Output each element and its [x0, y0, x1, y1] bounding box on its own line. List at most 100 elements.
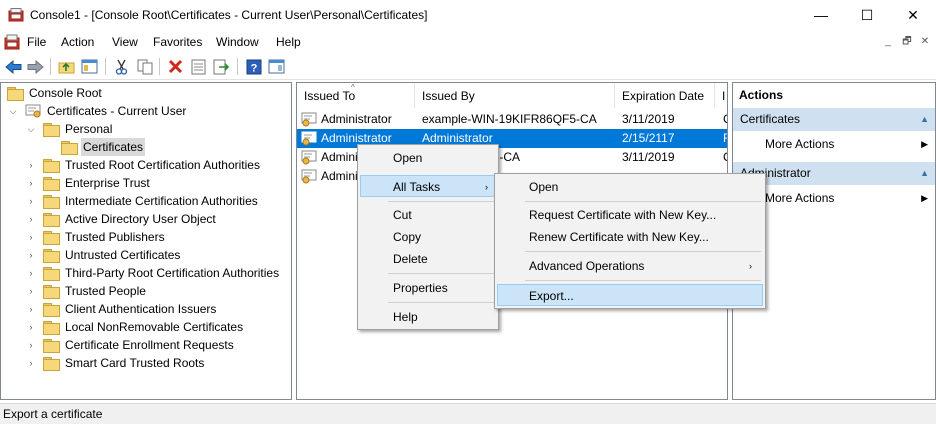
help-icon[interactable]: ?	[244, 57, 263, 76]
close-button[interactable]: ✕	[890, 0, 936, 30]
copy-icon[interactable]	[135, 57, 154, 76]
menu-file[interactable]: File	[27, 35, 46, 49]
expand-chevron-icon[interactable]: ›	[25, 174, 37, 192]
submenu-open[interactable]: Open	[497, 176, 763, 198]
submenu-export[interactable]: Export...	[497, 284, 763, 306]
tree-node-certificates-current-user[interactable]: ⌵ Certificates - Current User	[5, 102, 285, 120]
expand-chevron-icon[interactable]: ›	[25, 300, 37, 318]
all-tasks-submenu: Open Request Certificate with New Key...…	[494, 173, 766, 309]
status-text: Export a certificate	[3, 407, 103, 421]
tree-label: Client Authentication Issuers	[65, 302, 217, 316]
ctx-properties[interactable]: Properties	[360, 277, 496, 299]
collapse-chevron-icon[interactable]: ⌵	[25, 120, 37, 138]
tree-node-folder[interactable]: › Trusted People	[5, 282, 289, 300]
tree-label: Intermediate Certification Authorities	[65, 194, 258, 208]
ctx-delete[interactable]: Delete	[360, 248, 496, 270]
ctx-all-tasks[interactable]: All Tasks ›	[360, 175, 496, 197]
ctx-copy[interactable]: Copy	[360, 226, 496, 248]
mdi-minimize-button[interactable]: _	[880, 35, 896, 49]
ctx-help[interactable]: Help	[360, 306, 496, 328]
back-arrow-icon[interactable]	[4, 57, 23, 76]
mmc-app-icon[interactable]	[4, 34, 20, 50]
column-header-issued-by[interactable]: Issued By	[415, 83, 615, 108]
export-list-icon[interactable]	[212, 57, 231, 76]
tree-label: Certificates	[81, 138, 146, 156]
action-pane-icon[interactable]	[267, 57, 286, 76]
tree-node-folder[interactable]: › Enterprise Trust	[5, 174, 289, 192]
tree-node-personal[interactable]: ⌵ Personal	[5, 120, 285, 138]
up-folder-icon[interactable]	[57, 57, 76, 76]
expand-chevron-icon[interactable]: ›	[25, 246, 37, 264]
expand-chevron-icon[interactable]: ›	[25, 282, 37, 300]
tree-node-folder[interactable]: › Active Directory User Object	[5, 210, 289, 228]
menu-separator	[525, 280, 761, 281]
expand-chevron-icon[interactable]: ›	[25, 156, 37, 174]
column-header-expiration-date[interactable]: Expiration Date	[615, 83, 715, 108]
menu-separator	[388, 302, 494, 303]
certificate-icon	[301, 131, 317, 146]
tree-node-folder[interactable]: › Trusted Root Certification Authorities	[5, 156, 289, 174]
submenu-advanced-operations[interactable]: Advanced Operations ›	[497, 255, 763, 277]
collapse-triangle-icon[interactable]: ▲	[920, 162, 929, 185]
tree-node-folder[interactable]: › Local NonRemovable Certificates	[5, 318, 289, 336]
toolbar-separator	[159, 58, 160, 75]
maximize-button[interactable]: ☐	[844, 0, 890, 30]
tree-label: Trusted People	[65, 284, 146, 298]
folder-icon	[7, 87, 24, 101]
collapse-chevron-icon[interactable]: ⌵	[7, 102, 19, 120]
expand-chevron-icon[interactable]: ›	[25, 228, 37, 246]
folder-icon	[43, 321, 60, 335]
forward-arrow-icon[interactable]	[26, 57, 45, 76]
cut-icon[interactable]	[112, 57, 131, 76]
console-tree: Console Root ⌵ Certificates - Current Us…	[0, 82, 292, 400]
submenu-request-new-key[interactable]: Request Certificate with New Key...	[497, 204, 763, 226]
tree-label: Enterprise Trust	[65, 176, 150, 190]
tree-node-console-root[interactable]: Console Root	[5, 84, 285, 102]
title-bar: Console1 - [Console Root\Certificates - …	[0, 0, 936, 31]
toolbar-separator	[50, 58, 51, 75]
expand-chevron-icon[interactable]: ›	[25, 318, 37, 336]
table-row[interactable]: Administrator example-WIN-19KIFR86QF5-CA 3…	[297, 110, 727, 129]
tree-node-certificates[interactable]: Certificates	[5, 138, 285, 156]
delete-icon[interactable]	[166, 57, 185, 76]
tree-node-folder[interactable]: › Certificate Enrollment Requests	[5, 336, 289, 354]
ctx-label: Cut	[393, 208, 412, 222]
collapse-triangle-icon[interactable]: ▲	[920, 108, 929, 131]
column-label: Issued To	[304, 89, 356, 103]
tree-node-folder[interactable]: › Smart Card Trusted Roots	[5, 354, 289, 372]
menu-help[interactable]: Help	[276, 35, 301, 49]
column-header-issued-to[interactable]: ^ Issued To	[297, 83, 415, 108]
expand-chevron-icon[interactable]: ›	[25, 264, 37, 282]
more-actions-certificates[interactable]: More Actions ▶	[733, 133, 935, 155]
tree-node-folder[interactable]: › Untrusted Certificates	[5, 246, 289, 264]
tree-node-folder[interactable]: › Client Authentication Issuers	[5, 300, 289, 318]
minimize-button[interactable]: —	[798, 0, 844, 30]
folder-icon	[43, 249, 60, 263]
cell-issued-by: example-WIN-19KIFR86QF5-CA	[422, 112, 597, 126]
mdi-restore-button[interactable]: 🗗	[899, 35, 915, 49]
tree-node-folder[interactable]: › Intermediate Certification Authorities	[5, 192, 289, 210]
submenu-label: Renew Certificate with New Key...	[529, 230, 709, 244]
menu-window[interactable]: Window	[216, 35, 259, 49]
certificate-icon	[301, 150, 317, 165]
show-hide-tree-icon[interactable]	[80, 57, 99, 76]
tree-label: Trusted Root Certification Authorities	[65, 158, 260, 172]
menu-favorites[interactable]: Favorites	[153, 35, 202, 49]
expand-chevron-icon[interactable]: ›	[25, 354, 37, 372]
ctx-open[interactable]: Open	[360, 147, 496, 169]
properties-icon[interactable]	[189, 57, 208, 76]
submenu-renew-new-key[interactable]: Renew Certificate with New Key...	[497, 226, 763, 248]
cell-expiration: 3/11/2019	[622, 150, 675, 164]
expand-chevron-icon[interactable]: ›	[25, 192, 37, 210]
menu-view[interactable]: View	[112, 35, 138, 49]
expand-chevron-icon[interactable]: ›	[25, 210, 37, 228]
column-header-intended-purposes[interactable]: I	[715, 83, 727, 108]
menu-action[interactable]: Action	[61, 35, 94, 49]
tree-node-folder[interactable]: › Third-Party Root Certification Authorit…	[5, 264, 289, 282]
tree-node-folder[interactable]: › Trusted Publishers	[5, 228, 289, 246]
actions-section-certificates[interactable]: Certificates ▲	[733, 108, 935, 131]
mdi-close-button[interactable]: ✕	[917, 35, 933, 49]
ctx-cut[interactable]: Cut	[360, 204, 496, 226]
section-label: Certificates	[740, 112, 801, 126]
expand-chevron-icon[interactable]: ›	[25, 336, 37, 354]
